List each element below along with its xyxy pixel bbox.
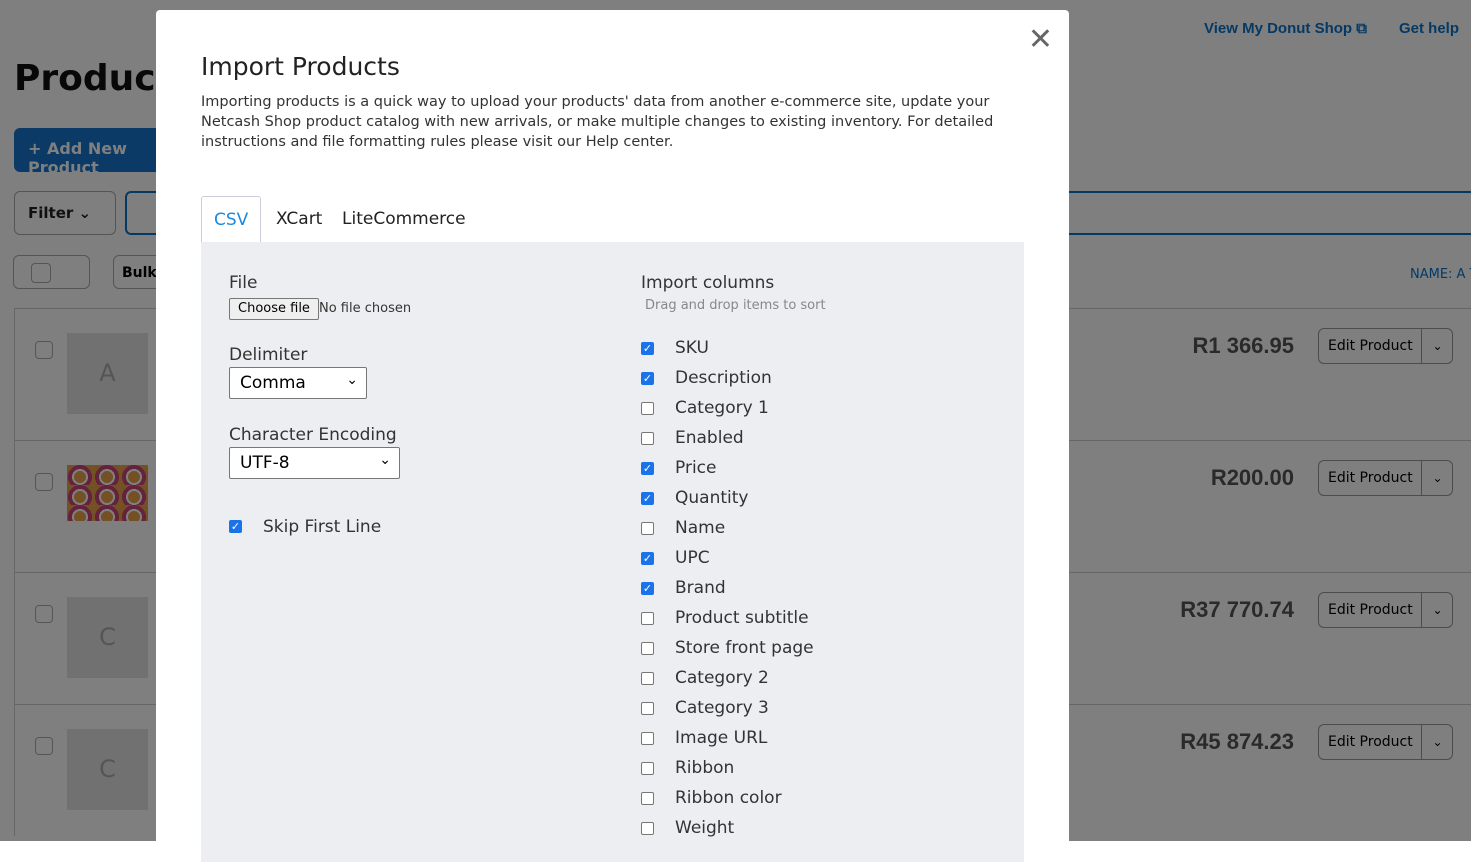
column-label[interactable]: Ribbon color bbox=[675, 788, 782, 808]
csv-panel: File Choose file No file chosen Delimite… bbox=[201, 242, 1024, 862]
column-label[interactable]: Brand bbox=[675, 578, 726, 598]
tab-xcart[interactable]: XCart bbox=[264, 196, 334, 242]
file-status: No file chosen bbox=[319, 301, 412, 316]
column-checkbox[interactable] bbox=[641, 732, 654, 745]
column-label[interactable]: Store front page bbox=[675, 638, 814, 658]
columns-hint: Drag and drop items to sort bbox=[645, 298, 826, 313]
column-label[interactable]: Enabled bbox=[675, 428, 744, 448]
close-icon[interactable]: ✕ bbox=[1028, 22, 1053, 57]
chevron-down-icon: ⌄ bbox=[346, 372, 358, 388]
encoding-label: Character Encoding bbox=[229, 425, 397, 445]
encoding-value: UTF-8 bbox=[240, 453, 290, 473]
column-checkbox[interactable] bbox=[641, 702, 654, 715]
skip-first-line-checkbox[interactable]: ✓ bbox=[229, 520, 242, 533]
column-label[interactable]: Category 2 bbox=[675, 668, 769, 688]
column-label[interactable]: Ribbon bbox=[675, 758, 734, 778]
choose-file-button[interactable]: Choose file bbox=[229, 298, 319, 320]
encoding-select[interactable]: UTF-8 ⌄ bbox=[229, 447, 400, 479]
column-label[interactable]: Category 1 bbox=[675, 398, 769, 418]
column-label[interactable]: Image URL bbox=[675, 728, 767, 748]
delimiter-select[interactable]: Comma ⌄ bbox=[229, 367, 367, 399]
column-checkbox[interactable] bbox=[641, 642, 654, 655]
column-checkbox[interactable]: ✓ bbox=[641, 552, 654, 565]
column-checkbox[interactable]: ✓ bbox=[641, 342, 654, 355]
column-label[interactable]: Quantity bbox=[675, 488, 748, 508]
column-checkbox[interactable]: ✓ bbox=[641, 582, 654, 595]
column-label[interactable]: Description bbox=[675, 368, 772, 388]
file-label: File bbox=[229, 273, 258, 293]
import-products-modal: ✕ Import Products Importing products is … bbox=[156, 10, 1069, 862]
delimiter-label: Delimiter bbox=[229, 345, 308, 365]
skip-first-line-label: Skip First Line bbox=[263, 517, 382, 537]
column-label[interactable]: UPC bbox=[675, 548, 710, 568]
column-checkbox[interactable] bbox=[641, 672, 654, 685]
column-checkbox[interactable] bbox=[641, 792, 654, 805]
column-checkbox[interactable]: ✓ bbox=[641, 462, 654, 475]
chevron-down-icon: ⌄ bbox=[379, 452, 391, 468]
import-tabs: CSV XCart LiteCommerce bbox=[201, 196, 1024, 243]
column-checkbox[interactable] bbox=[641, 612, 654, 625]
column-label[interactable]: SKU bbox=[675, 338, 709, 358]
column-label[interactable]: Price bbox=[675, 458, 716, 478]
column-checkbox[interactable] bbox=[641, 432, 654, 445]
column-checkbox[interactable] bbox=[641, 522, 654, 535]
column-checkbox[interactable]: ✓ bbox=[641, 372, 654, 385]
tab-litecommerce[interactable]: LiteCommerce bbox=[330, 196, 478, 242]
column-label[interactable]: Product subtitle bbox=[675, 608, 809, 628]
column-checkbox[interactable] bbox=[641, 762, 654, 775]
column-checkbox[interactable] bbox=[641, 402, 654, 415]
column-label[interactable]: Weight bbox=[675, 818, 734, 838]
column-label[interactable]: Name bbox=[675, 518, 725, 538]
import-columns-label: Import columns bbox=[641, 273, 775, 293]
column-checkbox[interactable]: ✓ bbox=[641, 492, 654, 505]
modal-title: Import Products bbox=[201, 52, 400, 81]
delimiter-value: Comma bbox=[240, 373, 306, 393]
column-checkbox[interactable] bbox=[641, 822, 654, 835]
modal-description: Importing products is a quick way to upl… bbox=[201, 94, 994, 150]
column-label[interactable]: Category 3 bbox=[675, 698, 769, 718]
tab-csv[interactable]: CSV bbox=[201, 196, 262, 243]
